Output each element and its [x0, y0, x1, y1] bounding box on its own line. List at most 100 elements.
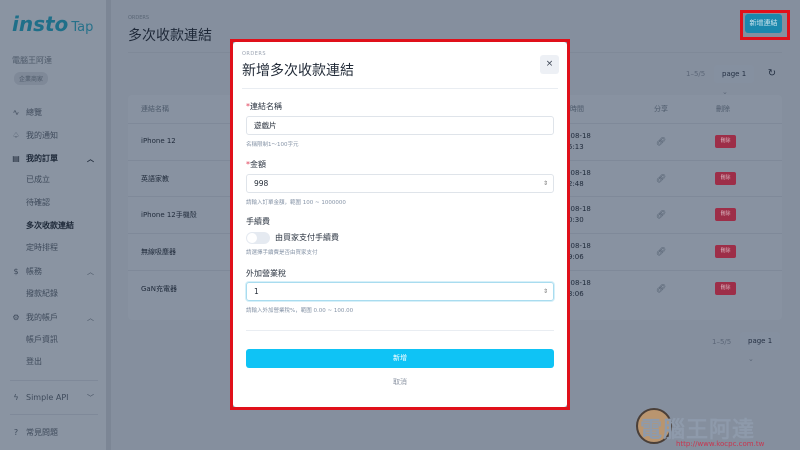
sidebar-item-account[interactable]: ⚙ 我的帳戶 ︿	[0, 311, 106, 325]
label: 帳務	[26, 267, 42, 276]
spinner-icon[interactable]: ⇕	[543, 283, 548, 300]
page-value: page 1	[722, 70, 747, 78]
label: 帳戶資訊	[26, 335, 58, 344]
account-badge: 企業商家	[14, 72, 49, 85]
highlight-box	[740, 10, 790, 40]
logo[interactable]: insto Tap	[12, 12, 93, 36]
label: Simple API	[26, 393, 69, 402]
column-header-share: 分享	[654, 105, 668, 113]
label: 我的通知	[26, 131, 58, 140]
close-button[interactable]: ×	[540, 55, 559, 74]
share-link-button[interactable]: 🔗︎	[652, 134, 670, 150]
date: -08-18	[568, 242, 591, 250]
created-time: -08-18 9:06	[568, 241, 591, 263]
name-input[interactable]: 遊戲片	[246, 116, 554, 135]
divider	[246, 330, 554, 331]
input-value: 998	[254, 179, 269, 188]
watermark-url: http://www.kocpc.com.tw	[676, 440, 765, 448]
chevron-up-icon: ︿	[87, 268, 94, 276]
sidebar-item-payouts[interactable]: 撥款紀錄	[0, 287, 106, 301]
logo-sub: Tap	[71, 20, 94, 35]
link-name: GaN充電器	[141, 285, 177, 293]
spinner-icon[interactable]: ⇕	[543, 175, 548, 192]
label: 總覽	[26, 108, 42, 117]
sidebar: insto Tap 電腦王阿達 企業商家 ∿ 總覽 ♤ 我的通知 ▤ 我的訂單 ︿ 已成立…	[0, 0, 106, 450]
refresh-button[interactable]: ↻	[763, 65, 781, 83]
sidebar-edge	[106, 0, 111, 450]
cancel-button[interactable]: 取消	[233, 377, 567, 387]
date: -08-18	[568, 132, 591, 140]
link-icon: 🔗︎	[655, 210, 667, 219]
label-text: 金額	[250, 160, 266, 169]
logo-text: insto	[12, 12, 69, 36]
label: 撥款紀錄	[26, 289, 58, 298]
delete-button[interactable]: 刪除	[715, 172, 736, 185]
delete-button[interactable]: 刪除	[715, 282, 736, 295]
time: 9:06	[568, 253, 584, 261]
input-value: 遊戲片	[254, 121, 277, 130]
sidebar-item-established[interactable]: 已成立	[0, 173, 106, 187]
delete-button[interactable]: 刪除	[715, 245, 736, 258]
close-icon: ×	[545, 59, 554, 69]
divider	[242, 88, 558, 89]
share-link-button[interactable]: 🔗︎	[652, 244, 670, 260]
label-text: 連結名稱	[250, 102, 282, 111]
tax-label: 外加營業稅	[246, 269, 286, 278]
tax-input[interactable]: 1 ⇕	[246, 282, 554, 301]
amount-input[interactable]: 998 ⇕	[246, 174, 554, 193]
fee-label: 手續費	[246, 217, 270, 226]
link-icon: 🔗︎	[655, 137, 667, 146]
sidebar-item-pending[interactable]: 待確認	[0, 196, 106, 210]
time: 5:13	[568, 143, 584, 151]
bell-icon: ♤	[12, 131, 20, 140]
created-time: -08-18 0:30	[568, 204, 591, 226]
delete-button[interactable]: 刪除	[715, 208, 736, 221]
fee-toggle[interactable]	[246, 232, 270, 244]
sidebar-item-orders[interactable]: ▤ 我的訂單 ︿	[0, 152, 106, 166]
page-select[interactable]: page 1 ⌄	[714, 65, 754, 96]
created-time: -08-18 5:13	[568, 131, 591, 153]
label: 登出	[26, 357, 42, 366]
share-link-button[interactable]: 🔗︎	[652, 207, 670, 223]
document-icon: ▤	[12, 154, 20, 163]
delete-button[interactable]: 刪除	[715, 135, 736, 148]
page-select-bottom[interactable]: page 1 ⌄	[740, 332, 780, 363]
label: 待確認	[26, 198, 50, 207]
account-name: 電腦王阿達	[12, 56, 52, 65]
date: -08-18	[568, 169, 591, 177]
label: 定時排程	[26, 243, 58, 252]
label: 常見問題	[26, 428, 58, 437]
sidebar-item-logout[interactable]: 登出	[0, 355, 106, 369]
bolt-icon: ϟ	[13, 393, 19, 402]
submit-button[interactable]: 新增	[246, 349, 554, 368]
column-header-delete: 刪除	[716, 105, 730, 113]
sidebar-item-account-info[interactable]: 帳戶資訊	[0, 333, 106, 347]
date: -08-18	[568, 279, 591, 287]
link-name: iPhone 12	[141, 137, 176, 145]
modal-title: 新增多次收款連結	[242, 63, 354, 79]
toggle-knob	[247, 233, 257, 243]
sidebar-item-schedule[interactable]: 定時排程	[0, 241, 106, 255]
sidebar-item-multi-payment-links[interactable]: 多次收款連結	[0, 219, 106, 233]
sidebar-item-accounting[interactable]: $ 帳務 ︿	[0, 265, 106, 279]
sidebar-item-overview[interactable]: ∿ 總覽	[0, 106, 106, 120]
amount-label: *金額	[246, 160, 266, 169]
fee-hint: 請選擇手續費是否由買家支付	[246, 250, 318, 256]
link-name: 無線吸塵器	[141, 248, 176, 256]
share-link-button[interactable]: 🔗︎	[652, 281, 670, 297]
sidebar-item-notifications[interactable]: ♤ 我的通知	[0, 129, 106, 143]
link-icon: 🔗︎	[655, 247, 667, 256]
share-link-button[interactable]: 🔗︎	[652, 171, 670, 187]
created-time: -08-18 2:48	[568, 168, 591, 190]
input-value: 1	[254, 287, 259, 296]
tax-hint: 請輸入外加營業稅%，範圍 0.00 ~ 100.00	[246, 308, 354, 314]
sidebar-item-faq[interactable]: ? 常見問題	[0, 426, 106, 440]
link-name: 英語家教	[141, 175, 169, 183]
gear-icon: ⚙	[12, 313, 20, 322]
page-eyebrow: ORDERS	[128, 15, 150, 21]
chevron-up-icon: ︿	[87, 314, 94, 322]
fee-toggle-label: 由買家支付手續費	[275, 233, 339, 242]
sidebar-item-simple-api[interactable]: ϟ Simple API ﹀	[0, 391, 106, 405]
refresh-icon: ↻	[767, 68, 777, 79]
page-title: 多次收款連結	[128, 28, 212, 44]
